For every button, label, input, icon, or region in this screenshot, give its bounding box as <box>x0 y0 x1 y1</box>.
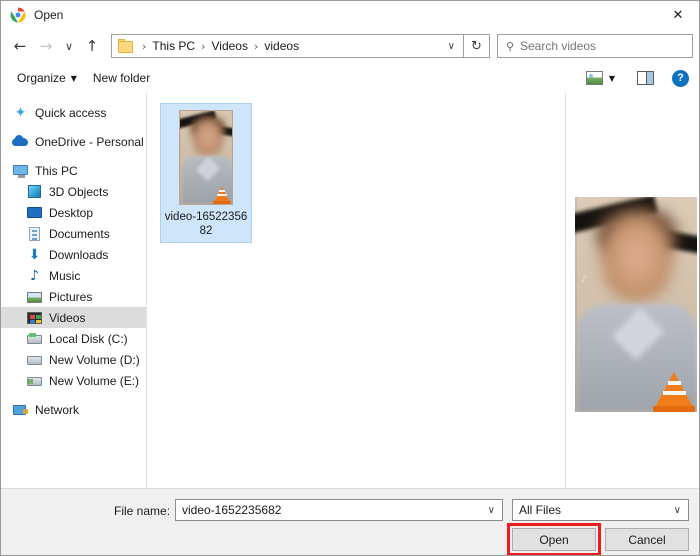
window-title: Open <box>34 8 64 22</box>
chevron-down-icon[interactable]: ∨ <box>448 41 455 52</box>
desktop-icon <box>26 205 43 221</box>
vlc-cone-icon <box>213 185 232 204</box>
chevron-down-icon: ∨ <box>673 504 681 516</box>
forward-button: → <box>39 37 53 55</box>
sidebar-item-label: Quick access <box>35 105 107 120</box>
recent-locations-button[interactable]: ∨ <box>59 33 79 59</box>
help-icon[interactable]: ? <box>672 69 689 87</box>
sidebar-item-label: Network <box>35 402 80 417</box>
breadcrumb-separator: › <box>142 39 147 53</box>
cancel-button[interactable]: Cancel <box>605 528 689 551</box>
search-input[interactable] <box>520 39 680 53</box>
file-type-select[interactable]: All Files ∨ <box>512 499 689 521</box>
search-box[interactable]: ⚲ <box>497 34 693 58</box>
organize-button[interactable]: Organize ▼ <box>9 67 85 89</box>
sidebar-item-label: Desktop <box>49 205 94 220</box>
sidebar-item-documents[interactable]: Documents <box>1 223 146 244</box>
preview-image: ♪ <box>575 197 697 412</box>
sidebar-item-desktop[interactable]: Desktop <box>1 202 146 223</box>
pictures-icon <box>26 289 43 305</box>
file-item[interactable]: video-1652235682 <box>160 103 252 243</box>
drive-icon <box>26 331 43 347</box>
chevron-down-icon[interactable]: ▼ <box>605 74 621 83</box>
network-icon <box>12 402 29 418</box>
sidebar-item-music[interactable]: ♪ Music <box>1 265 146 286</box>
search-icon: ⚲ <box>505 39 515 53</box>
dialog-body: ✦ Quick access OneDrive - Personal This … <box>1 93 699 488</box>
sidebar-item-this-pc[interactable]: This PC <box>1 160 146 181</box>
folder-icon <box>118 39 134 53</box>
videos-icon <box>26 310 43 326</box>
drive-icon <box>26 352 43 368</box>
vlc-cone-icon <box>653 368 697 412</box>
file-name-field[interactable]: ∨ <box>175 499 503 521</box>
sidebar-item-pictures[interactable]: Pictures <box>1 286 146 307</box>
sidebar-item-new-volume-e[interactable]: New Volume (E:) <box>1 370 146 391</box>
sidebar-item-local-disk-c[interactable]: Local Disk (C:) <box>1 328 146 349</box>
breadcrumb-item-this-pc[interactable]: This PC <box>150 35 197 57</box>
documents-icon <box>26 226 43 242</box>
breadcrumb-item-videos[interactable]: Videos <box>210 35 250 57</box>
new-folder-button[interactable]: New folder <box>85 67 158 89</box>
sidebar-item-downloads[interactable]: ⬇ Downloads <box>1 244 146 265</box>
downloads-icon: ⬇ <box>28 246 41 263</box>
sidebar-item-label: 3D Objects <box>49 184 109 199</box>
sidebar-item-label: Downloads <box>49 247 109 262</box>
file-name-label-text: File name: <box>114 504 171 518</box>
chevron-down-icon[interactable]: ∨ <box>488 505 495 516</box>
up-button[interactable]: ↑ <box>79 33 105 59</box>
sidebar-item-label: Documents <box>49 226 110 241</box>
toolbar: Organize ▼ New folder ▼ ? <box>1 63 699 93</box>
sidebar-item-label: Local Disk (C:) <box>49 331 128 346</box>
music-icon: ♪ <box>30 267 39 284</box>
file-name-label: video-1652235682 <box>164 211 248 237</box>
open-file-dialog: Open ✕ ← → ∨ ↑ › This PC › Videos › vide… <box>0 0 700 556</box>
close-icon[interactable]: ✕ <box>655 1 699 29</box>
breadcrumb-item-videos-folder[interactable]: videos <box>262 35 301 57</box>
navigation-sidebar[interactable]: ✦ Quick access OneDrive - Personal This … <box>1 93 147 488</box>
back-button[interactable]: ← <box>7 33 33 59</box>
sidebar-item-label: This PC <box>35 163 78 178</box>
sidebar-item-network[interactable]: Network <box>1 399 146 420</box>
file-type-value: All Files <box>519 503 562 517</box>
navigation-bar: ← → ∨ ↑ › This PC › Videos › videos ∨ ↻ … <box>1 29 699 63</box>
sidebar-item-onedrive[interactable]: OneDrive - Personal <box>1 131 146 152</box>
breadcrumb[interactable]: › This PC › Videos › videos ∨ <box>111 34 464 58</box>
drive-icon <box>26 373 43 389</box>
3d-objects-icon <box>26 184 43 200</box>
organize-label: Organize <box>17 71 66 85</box>
sidebar-item-label: Pictures <box>49 289 93 304</box>
sidebar-item-quick-access[interactable]: ✦ Quick access <box>1 102 146 123</box>
sidebar-item-label: New Volume (D:) <box>49 352 140 367</box>
preview-pane: ♪ <box>567 93 699 488</box>
watermark-icon: ♪ <box>581 275 587 285</box>
sidebar-item-label: Videos <box>49 310 86 325</box>
open-button[interactable]: Open <box>512 528 596 551</box>
sidebar-item-label: New Volume (E:) <box>49 373 140 388</box>
file-thumbnail <box>179 110 233 205</box>
file-name-input[interactable] <box>182 503 488 517</box>
refresh-button[interactable]: ↻ <box>464 34 490 58</box>
view-options-icon[interactable] <box>585 71 603 85</box>
sidebar-item-new-volume-d[interactable]: New Volume (D:) <box>1 349 146 370</box>
chevron-down-icon: ▼ <box>70 73 77 83</box>
breadcrumb-separator: › <box>253 39 259 53</box>
chrome-logo-icon <box>10 7 26 23</box>
title-bar: Open ✕ <box>1 1 699 29</box>
sidebar-item-label: OneDrive - Personal <box>35 134 144 149</box>
star-icon: ✦ <box>14 104 27 121</box>
new-folder-label: New folder <box>92 71 151 85</box>
breadcrumb-separator: › <box>201 39 206 53</box>
monitor-icon <box>12 163 29 179</box>
preview-pane-icon[interactable] <box>637 71 654 85</box>
cloud-icon <box>12 134 29 150</box>
sidebar-item-label: Music <box>49 268 81 283</box>
file-list[interactable]: video-1652235682 <box>147 93 566 488</box>
sidebar-item-3d-objects[interactable]: 3D Objects <box>1 181 146 202</box>
toolbar-right-group: ▼ ? <box>585 69 689 87</box>
sidebar-item-videos[interactable]: Videos <box>1 307 146 328</box>
